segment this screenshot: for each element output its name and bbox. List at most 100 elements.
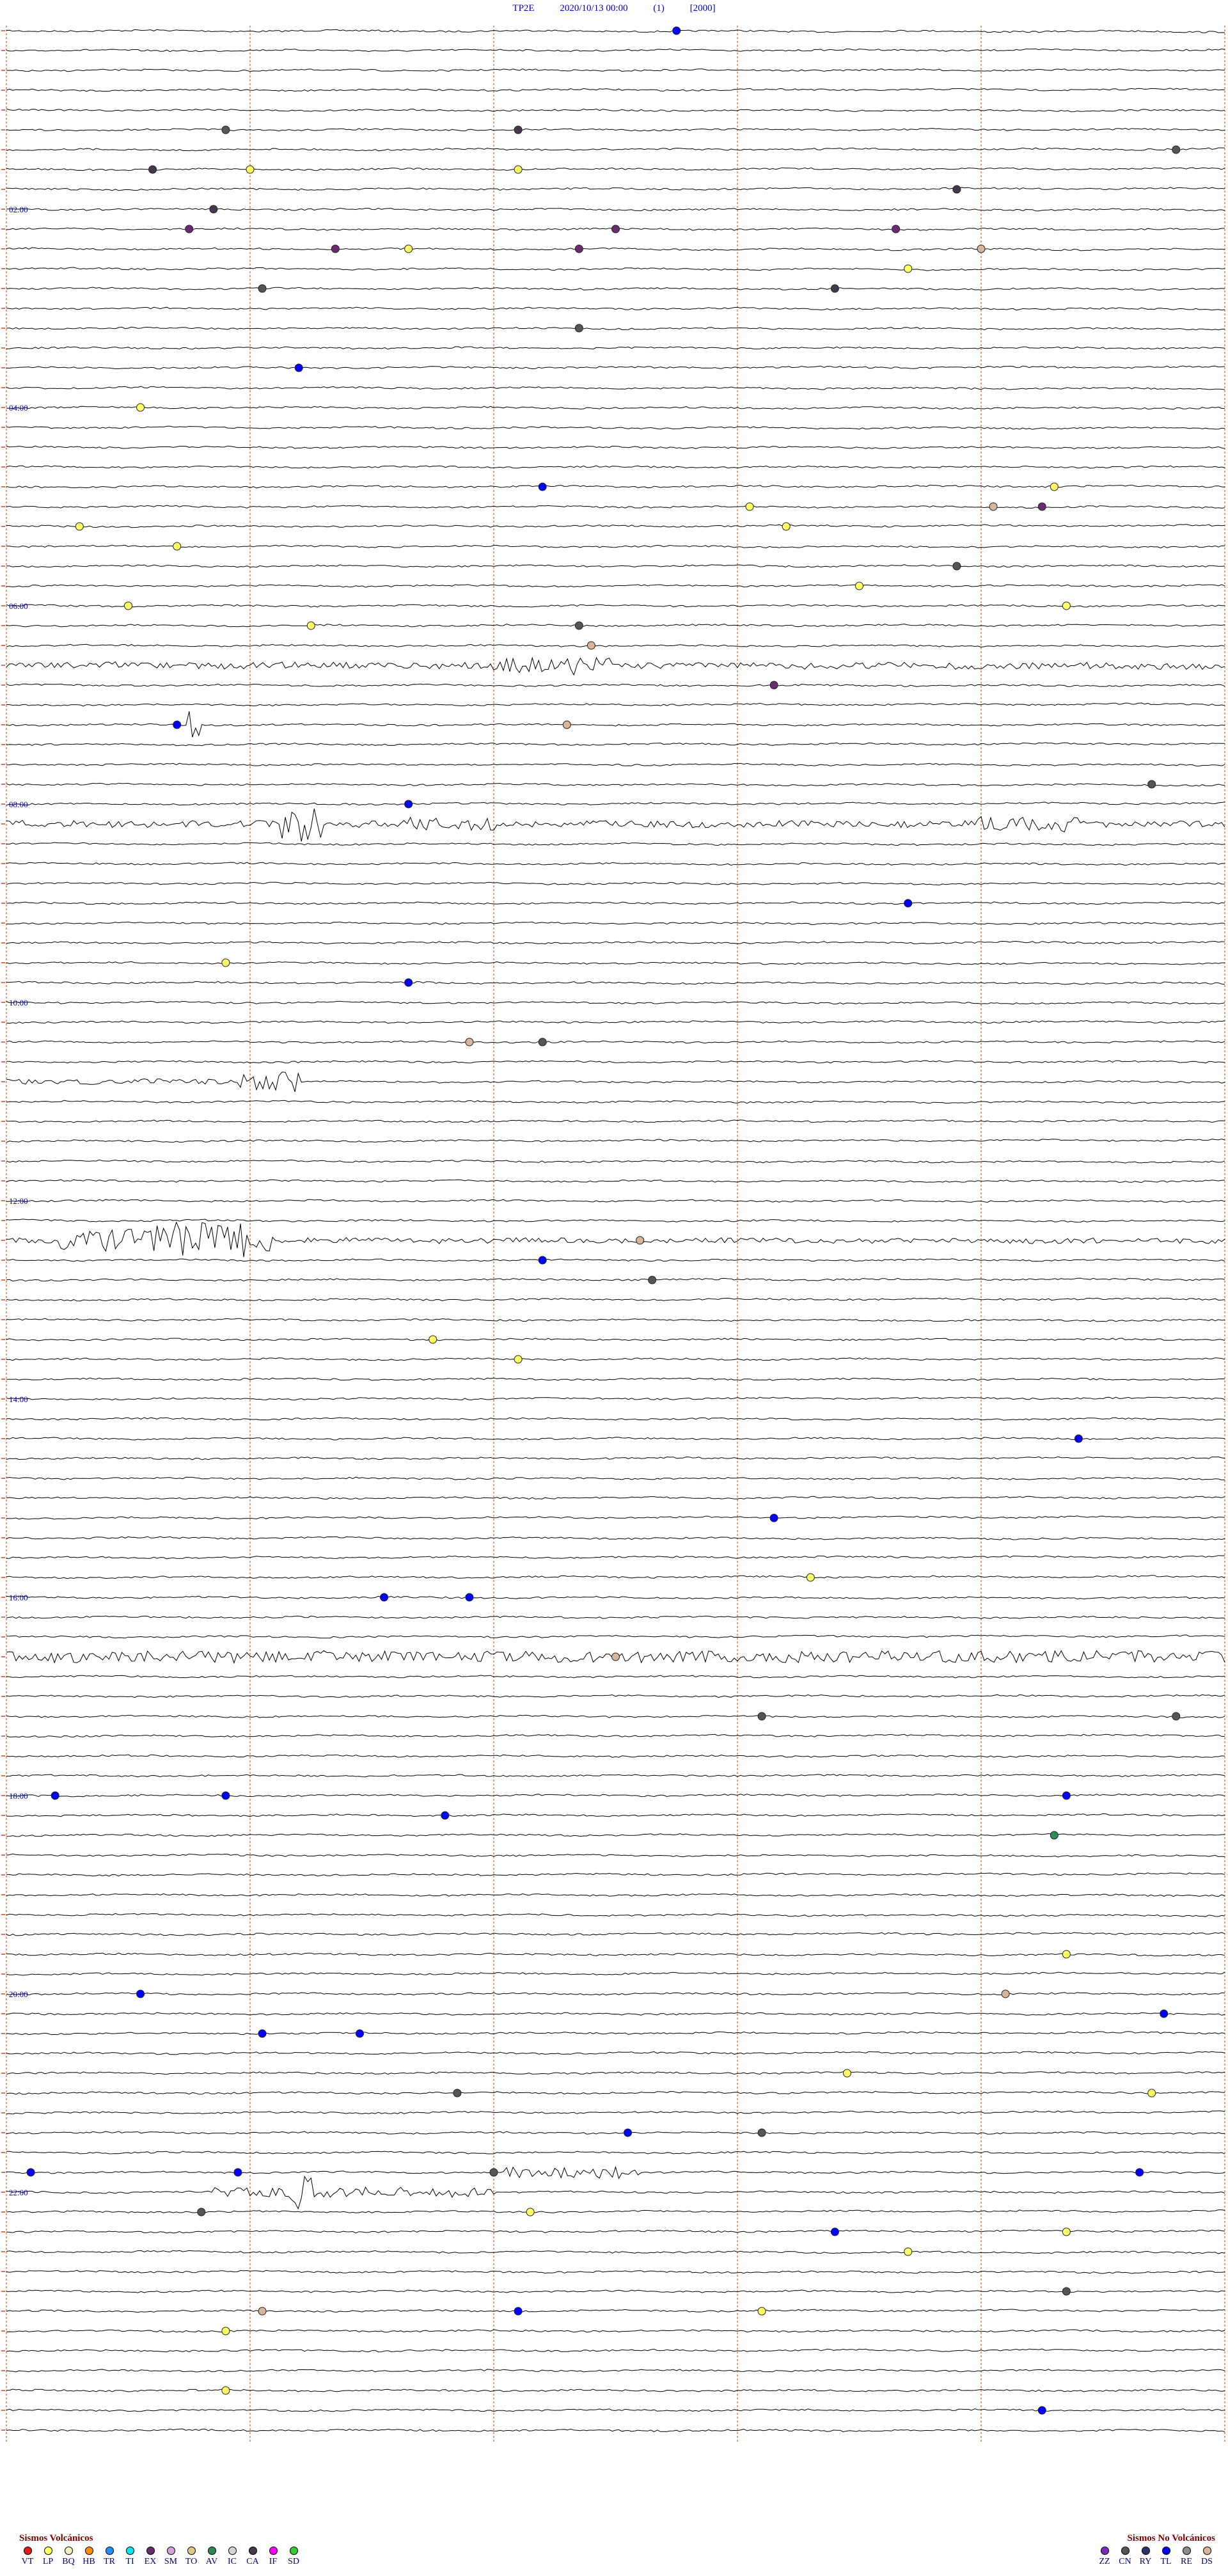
seismic-trace: [6, 1338, 1225, 1341]
legend-marker-to: [187, 2547, 196, 2555]
seismic-trace: [6, 711, 1225, 738]
legend-code-ry: RY: [1139, 2557, 1152, 2566]
event-marker-ds: [989, 502, 998, 511]
event-marker-cn: [757, 2128, 766, 2137]
seismic-trace: [6, 763, 1225, 767]
event-marker-ex: [574, 244, 583, 253]
legend-marker-av: [207, 2547, 216, 2555]
event-marker-tl: [769, 1513, 778, 1522]
event-marker-lp: [514, 1355, 523, 1364]
legend-code-sm: SM: [164, 2557, 178, 2566]
volcanic-legend-title: Sismos Volcánicos: [19, 2533, 93, 2543]
seismic-trace: [6, 1000, 1225, 1005]
event-marker-cn: [489, 2168, 498, 2177]
legend-code-ca: CA: [246, 2557, 259, 2566]
seismic-trace: [6, 1119, 1225, 1123]
legend-marker-lp: [43, 2547, 52, 2555]
seismic-trace: [6, 702, 1225, 707]
legend-item-ds: DS: [1199, 2547, 1215, 2567]
event-marker-ca: [514, 125, 523, 134]
hour-label: 18:00: [9, 1791, 28, 1801]
seismic-trace: [6, 1020, 1225, 1024]
seismic-trace: [6, 1277, 1225, 1282]
legend-marker-if: [269, 2547, 278, 2555]
event-marker-lp: [306, 621, 315, 630]
hour-label: 14:00: [9, 1395, 28, 1404]
event-marker-tl: [672, 26, 681, 35]
seismic-trace: [6, 29, 1225, 33]
seismic-trace: [6, 2175, 1225, 2210]
event-marker-lp: [221, 2386, 230, 2395]
event-marker-lp: [221, 958, 230, 967]
seismic-trace: [6, 1179, 1225, 1183]
legend-code-if: IF: [269, 2557, 278, 2566]
hour-label: 10:00: [9, 998, 28, 1007]
hour-label: 06:00: [9, 601, 28, 611]
event-marker-ca: [148, 165, 157, 174]
seismic-trace: [6, 68, 1225, 72]
seismic-trace: [6, 1437, 1225, 1441]
seismic-trace: [6, 940, 1225, 945]
seismic-trace: [6, 961, 1225, 965]
seismic-trace: [6, 167, 1225, 171]
event-marker-tl: [1074, 1434, 1083, 1443]
event-marker-ex: [611, 225, 620, 233]
event-marker-cn: [574, 324, 583, 333]
hour-label: 02:00: [9, 205, 28, 214]
legend-item-ic: IC: [224, 2547, 240, 2567]
seismic-trace: [6, 1734, 1225, 1738]
seismic-trace: [6, 207, 1225, 212]
event-marker-lp: [806, 1573, 815, 1582]
legend-marker-re: [1182, 2547, 1191, 2555]
legend-code-vt: VT: [21, 2557, 34, 2566]
legend-item-tl: TL: [1158, 2547, 1174, 2567]
legend-item-ti: TI: [122, 2547, 138, 2567]
event-marker-lp: [1062, 601, 1071, 610]
seismic-trace: [6, 842, 1225, 846]
event-marker-tl: [355, 2029, 364, 2038]
event-marker-cn: [952, 562, 961, 571]
event-marker-lp: [1062, 1950, 1071, 1959]
legend-item-vt: VT: [19, 2547, 36, 2567]
seismic-trace: [6, 1139, 1225, 1143]
legend-marker-ry: [1141, 2547, 1150, 2555]
seismic-trace: [6, 2250, 1225, 2254]
seismic-trace: [6, 1694, 1225, 1698]
seismic-trace: [6, 108, 1225, 113]
legend-code-hb: HB: [83, 2557, 95, 2566]
seismic-trace: [6, 2209, 1225, 2214]
event-marker-lp: [745, 502, 754, 511]
seismic-trace: [6, 683, 1225, 687]
hour-label: 16:00: [9, 1593, 28, 1602]
event-marker-tl: [624, 2128, 633, 2137]
non-volcanic-legend: Sismos No Volcánicos ZZ CN RY TL RE DS: [1096, 2533, 1215, 2567]
seismic-trace: [6, 2110, 1225, 2115]
seismic-trace: [6, 2289, 1225, 2293]
legend-marker-ca: [248, 2547, 257, 2555]
seismic-trace: [6, 808, 1225, 842]
event-marker-ex: [769, 681, 778, 690]
event-marker-cn: [538, 1038, 547, 1047]
seismic-trace: [6, 1833, 1225, 1837]
event-marker-tl: [465, 1593, 474, 1602]
event-marker-lp: [904, 264, 913, 273]
legend-marker-tr: [105, 2547, 114, 2555]
event-marker-cn: [221, 125, 230, 134]
non-volcanic-legend-title: Sismos No Volcánicos: [1127, 2533, 1215, 2543]
event-marker-tl: [514, 2307, 523, 2316]
legend-marker-vt: [23, 2547, 32, 2555]
seismic-trace: [6, 921, 1225, 926]
seismic-trace: [6, 1754, 1225, 1758]
legend-code-bq: BQ: [62, 2557, 75, 2566]
event-marker-lp: [526, 2208, 535, 2216]
seismic-trace: [6, 524, 1225, 528]
event-marker-ds: [465, 1038, 474, 1047]
event-marker-lp: [855, 581, 863, 590]
helicorder-plot: 02:00 04:00 06:00 08:00 10:00 12:00 14:00 16:00…: [1, 26, 1225, 2444]
event-marker-cn: [453, 2089, 462, 2098]
seismic-trace: [6, 1199, 1225, 1203]
seismic-trace: [6, 1872, 1225, 1877]
seismic-trace: [6, 1813, 1225, 1817]
seismic-trace: [6, 802, 1225, 806]
seismic-trace: [6, 1221, 1225, 1258]
